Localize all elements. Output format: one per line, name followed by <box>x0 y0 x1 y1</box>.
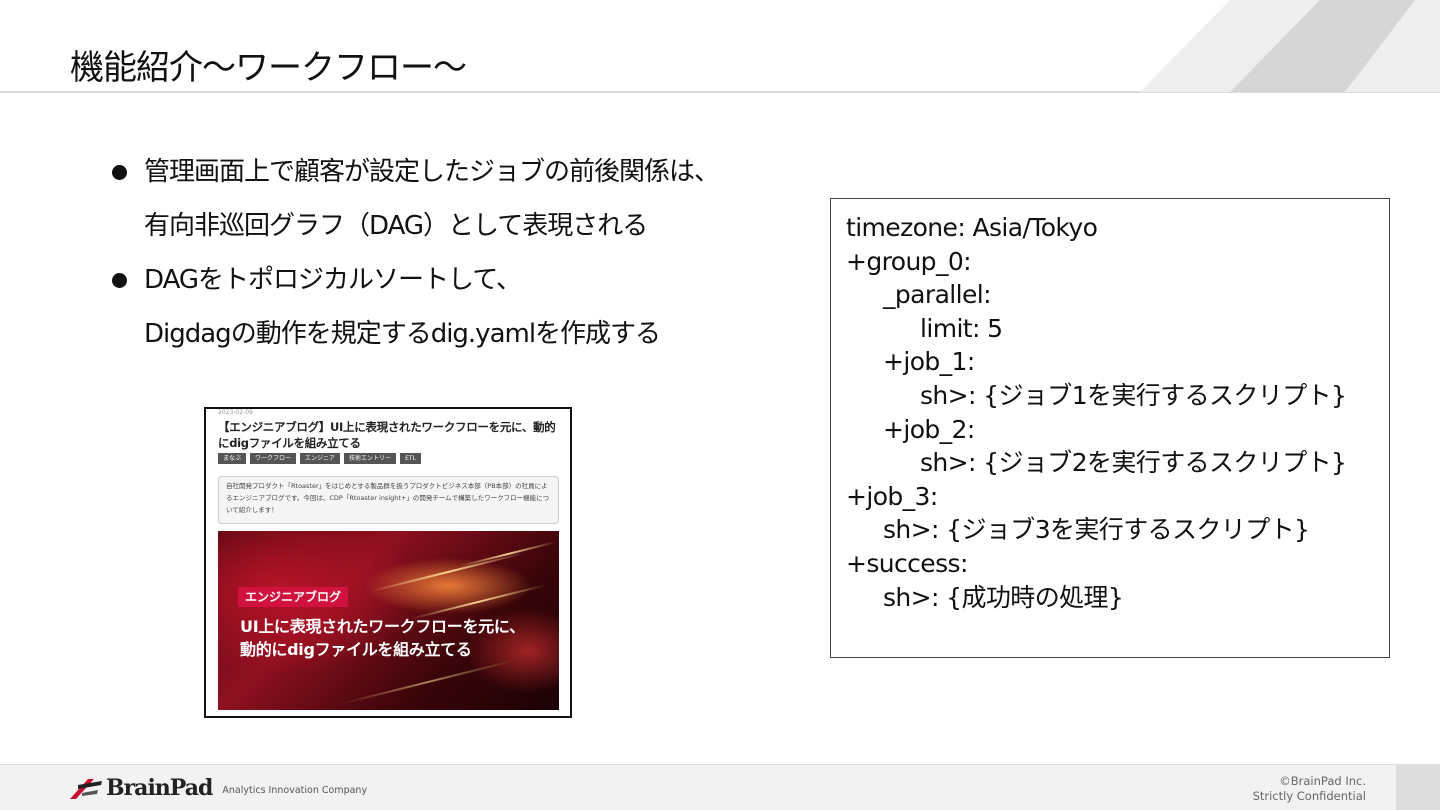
corner-decoration <box>1140 0 1440 92</box>
logo-name: BrainPad <box>106 775 213 801</box>
article-tag: 技術エントリー <box>344 453 397 464</box>
footer-corner-block <box>1396 765 1440 810</box>
code-line: sh>: {ジョブ3を実行するスクリプト} <box>883 515 1310 545</box>
blog-article-screenshot: 2023-02-09 【エンジニアブログ】UI上に表現されたワークフローを元に、… <box>204 407 572 718</box>
article-tag: ワークフロー <box>250 453 297 464</box>
article-tag: ETL <box>400 453 421 464</box>
code-line: +group_0: <box>846 246 972 276</box>
code-line: sh>: {ジョブ2を実行するスクリプト} <box>920 448 1347 478</box>
confidential-text: Strictly Confidential <box>1252 789 1366 803</box>
banner-headline: UI上に表現されたワークフローを元に、 動的にdigファイルを組み立てる <box>240 615 559 661</box>
brainpad-logo: BrainPad Analytics Innovation Company <box>68 775 367 801</box>
bullet-dot <box>112 165 127 180</box>
banner-headline-line: UI上に表現されたワークフローを元に、 <box>240 617 525 636</box>
code-line: limit: 5 <box>920 313 1003 343</box>
article-date: 2023-02-09 <box>218 409 253 416</box>
code-line: +job_3: <box>846 481 938 511</box>
article-banner: エンジニアブログ UI上に表現されたワークフローを元に、 動的にdigファイルを… <box>218 531 559 710</box>
banner-badge: エンジニアブログ <box>238 587 349 607</box>
bullet-item: 管理画面上で顧客が設定したジョブの前後関係は、 有向非巡回グラフ（DAG）として… <box>112 145 792 253</box>
footer-legal: ©BrainPad Inc. Strictly Confidential <box>1253 774 1366 804</box>
code-line: +success: <box>846 548 968 578</box>
slide-header: 機能紹介～ワークフロー～ <box>0 0 1440 93</box>
bullet-dot <box>112 273 127 288</box>
article-description: 自社開発プロダクト「Rtoaster」をはじめとする製品群を扱うプロダクトビジネ… <box>218 476 559 524</box>
code-line: sh>: {ジョブ1を実行するスクリプト} <box>920 380 1347 410</box>
bullet-text: DAGをトポロジカルソートして、 <box>144 265 522 295</box>
logo-tagline: Analytics Innovation Company <box>222 784 368 796</box>
article-tag: エンジニア <box>300 453 341 464</box>
article-title: 【エンジニアブログ】UI上に表現されたワークフローを元に、動的にdigファイルを… <box>218 420 556 450</box>
logo-mark-icon <box>70 779 102 799</box>
bullet-text: Digdagの動作を規定するdig.yamlを作成する <box>144 319 661 349</box>
slide-title: 機能紹介～ワークフロー～ <box>70 48 467 88</box>
article-tags: まなぶ ワークフロー エンジニア 技術エントリー ETL <box>218 453 421 464</box>
code-line: +job_1: <box>883 347 975 377</box>
bullet-text: 管理画面上で顧客が設定したジョブの前後関係は、 <box>144 157 720 187</box>
code-line: sh>: {成功時の処理} <box>883 582 1124 612</box>
bullet-text: 有向非巡回グラフ（DAG）として表現される <box>144 211 648 241</box>
code-lines: timezone: Asia/Tokyo +group_0: _parallel: l… <box>846 211 1389 614</box>
banner-headline-line: 動的にdigファイルを組み立てる <box>240 640 472 659</box>
code-line: +job_2: <box>883 414 975 444</box>
bullet-list: 管理画面上で顧客が設定したジョブの前後関係は、 有向非巡回グラフ（DAG）として… <box>112 145 792 361</box>
bullet-item: DAGをトポロジカルソートして、 Digdagの動作を規定するdig.yamlを… <box>112 253 792 361</box>
slide-footer: BrainPad Analytics Innovation Company ©B… <box>0 764 1440 810</box>
copyright-text: ©BrainPad Inc. <box>1279 774 1366 788</box>
code-line: _parallel: <box>883 280 992 310</box>
dig-yaml-code-box: timezone: Asia/Tokyo +group_0: _parallel: l… <box>830 198 1390 658</box>
article-tag: まなぶ <box>218 453 247 464</box>
code-line: timezone: Asia/Tokyo <box>846 213 1098 242</box>
